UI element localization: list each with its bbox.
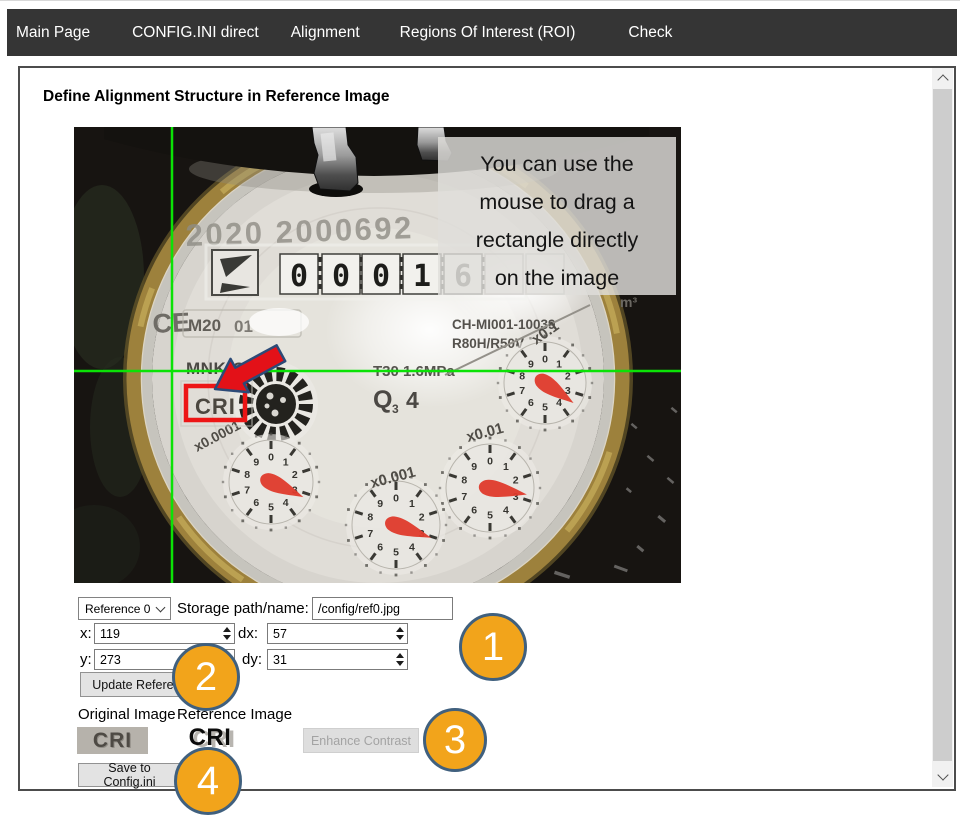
svg-text:6: 6 (528, 397, 534, 409)
drag-hint-overlay: You can use the mouse to drag a rectangl… (438, 137, 676, 295)
svg-text:6: 6 (377, 542, 383, 554)
scroll-down-button[interactable] (932, 767, 953, 787)
svg-text:9: 9 (253, 456, 259, 468)
svg-text:1: 1 (409, 498, 415, 510)
svg-text:0: 0 (332, 259, 350, 294)
svg-text:7: 7 (519, 385, 525, 397)
reference-select-value: Reference 0 (85, 602, 150, 616)
cri-marking: CRI (195, 394, 236, 419)
dy-label: dy: (242, 651, 262, 668)
page-title: Define Alignment Structure in Reference … (43, 88, 390, 106)
dx-spinner[interactable] (393, 624, 407, 643)
annotation-step-3: 3 (423, 708, 487, 772)
nav-check[interactable]: Check (628, 24, 672, 42)
svg-text:8: 8 (367, 511, 373, 523)
scroll-up-button[interactable] (932, 68, 953, 88)
svg-text:5: 5 (393, 547, 399, 559)
svg-text:1: 1 (556, 358, 562, 370)
reference-image[interactable]: 2020 2000692 (74, 127, 681, 583)
save-to-config-button[interactable]: Save to Config.ini (78, 763, 181, 787)
svg-text:5: 5 (542, 402, 548, 414)
nav-main-page[interactable]: Main Page (16, 24, 90, 42)
original-image-thumbnail: CRI (77, 727, 148, 754)
svg-text:Q: Q (373, 386, 392, 414)
svg-text:1: 1 (413, 259, 431, 294)
svg-text:8: 8 (461, 474, 467, 486)
enhance-contrast-button[interactable]: Enhance Contrast (303, 728, 419, 753)
storage-path-input[interactable] (312, 597, 453, 620)
svg-text:7: 7 (461, 491, 467, 503)
svg-text:4: 4 (409, 542, 415, 554)
nav-alignment[interactable]: Alignment (291, 24, 360, 42)
x-input[interactable] (94, 623, 235, 644)
svg-text:1: 1 (503, 461, 509, 473)
svg-text:4: 4 (283, 497, 289, 509)
svg-text:2: 2 (292, 469, 298, 481)
dy-input[interactable] (267, 649, 408, 670)
svg-text:5: 5 (268, 502, 274, 514)
svg-text:2: 2 (513, 474, 519, 486)
svg-text:4: 4 (503, 505, 509, 517)
svg-text:0: 0 (268, 452, 274, 464)
x-label: x: (80, 625, 92, 642)
svg-text:1: 1 (283, 456, 289, 468)
chevron-down-icon (156, 602, 166, 612)
scrollbar-thumb[interactable] (933, 89, 952, 761)
svg-text:7: 7 (244, 484, 250, 496)
nav-roi[interactable]: Regions Of Interest (ROI) (400, 24, 576, 42)
svg-text:3: 3 (392, 402, 399, 416)
svg-text:9: 9 (528, 358, 534, 370)
svg-text:5: 5 (487, 510, 493, 522)
y-label: y: (80, 651, 92, 668)
annotation-step-4: 4 (174, 747, 242, 815)
reference-select[interactable]: Reference 0 (78, 597, 171, 620)
svg-text:6: 6 (471, 505, 477, 517)
dx-label: dx: (238, 625, 258, 642)
annotation-step-1: 1 (459, 613, 527, 681)
svg-text:9: 9 (471, 461, 477, 473)
svg-text:9: 9 (377, 498, 383, 510)
svg-text:M20: M20 (188, 316, 221, 335)
svg-text:8: 8 (244, 469, 250, 481)
storage-path-label: Storage path/name: (177, 600, 309, 617)
window-edge (0, 0, 960, 1)
frame-scrollbar[interactable] (932, 68, 953, 787)
svg-text:0: 0 (487, 456, 493, 468)
svg-text:0: 0 (290, 259, 308, 294)
original-image-label: Original Image (78, 706, 176, 723)
top-navbar: Main Page CONFIG.INI direct Alignment Re… (7, 9, 957, 56)
svg-text:0: 0 (372, 259, 390, 294)
svg-text:0: 0 (542, 354, 548, 366)
x-spinner[interactable] (220, 624, 234, 643)
svg-text:4: 4 (406, 387, 419, 413)
svg-text:7: 7 (367, 528, 373, 540)
dy-spinner[interactable] (393, 650, 407, 669)
svg-text:0: 0 (393, 493, 399, 505)
dx-input[interactable] (267, 623, 408, 644)
svg-text:2: 2 (419, 511, 425, 523)
svg-text:6: 6 (253, 497, 259, 509)
annotation-step-2: 2 (172, 643, 240, 711)
nav-config-ini[interactable]: CONFIG.INI direct (132, 24, 259, 42)
